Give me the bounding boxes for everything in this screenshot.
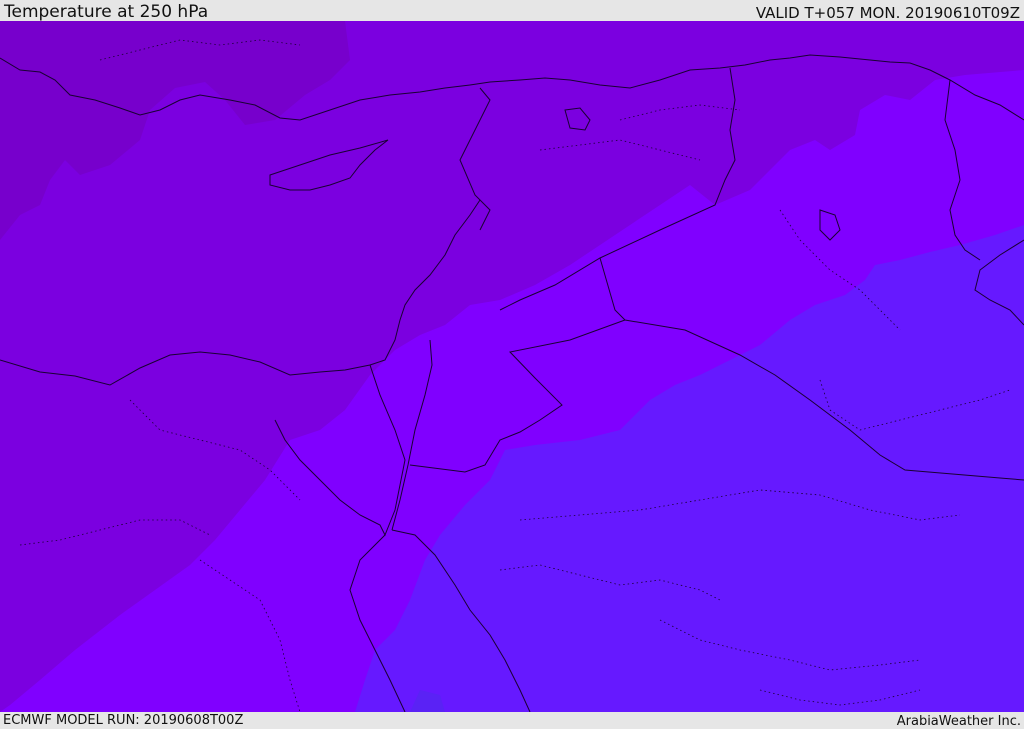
temperature-map[interactable]: [0, 21, 1024, 712]
map-footer: ECMWF MODEL RUN: 20190608T00Z ArabiaWeat…: [0, 712, 1024, 729]
map-title: Temperature at 250 hPa: [4, 2, 209, 22]
valid-time-label: VALID T+057 MON. 20190610T09Z: [755, 4, 1020, 22]
map-header: Temperature at 250 hPa VALID T+057 MON. …: [0, 0, 1024, 21]
model-run-label: ECMWF MODEL RUN: 20190608T00Z: [3, 713, 244, 728]
credit-label: ArabiaWeather Inc.: [896, 714, 1021, 729]
